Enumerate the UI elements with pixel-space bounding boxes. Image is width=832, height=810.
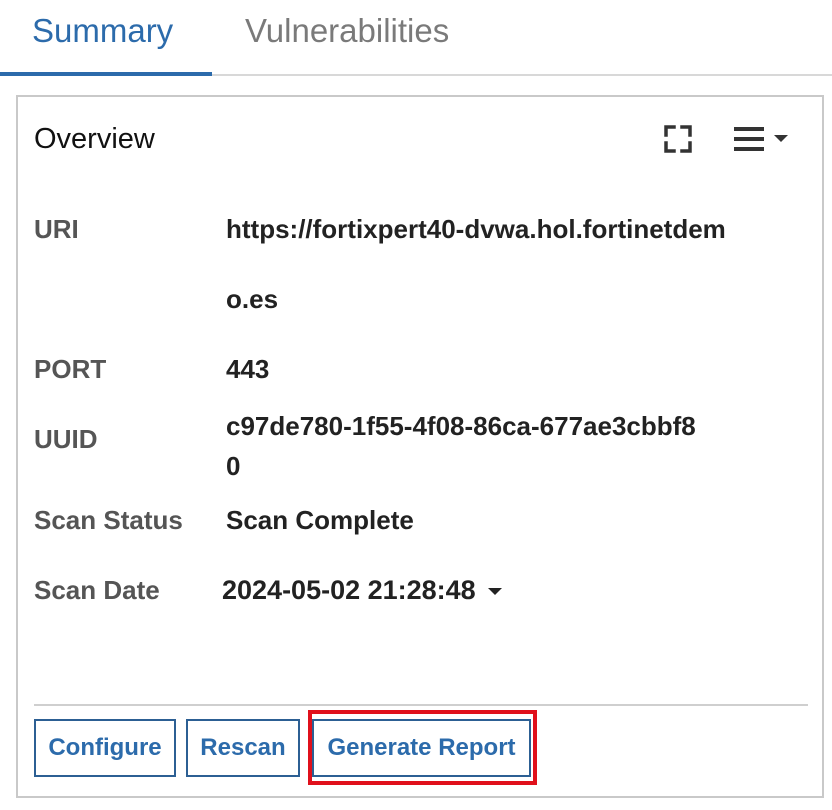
scan-date-value: 2024-05-02 21:28:48 bbox=[222, 575, 476, 605]
rescan-button[interactable]: Rescan bbox=[186, 719, 300, 777]
uri-value-line2: o.es bbox=[226, 284, 279, 314]
uri-value-line1: https://fortixpert40-dvwa.hol.fortinetde… bbox=[226, 214, 726, 244]
scan-status-label: Scan Status bbox=[34, 505, 183, 535]
port-label: PORT bbox=[34, 354, 107, 384]
overview-panel: Overview URI https://fortixpert40-dvwa.h… bbox=[16, 95, 824, 798]
chevron-down-icon bbox=[487, 588, 502, 596]
divider bbox=[34, 704, 808, 706]
scan-date-select[interactable]: 2024-05-02 21:28:48 bbox=[222, 575, 502, 606]
uuid-label: UUID bbox=[34, 424, 98, 454]
tab-bar: Summary Vulnerabilities bbox=[0, 0, 832, 76]
scan-date-label: Scan Date bbox=[34, 575, 160, 605]
scan-status-value: Scan Complete bbox=[226, 505, 414, 535]
tab-summary[interactable]: Summary bbox=[32, 12, 173, 50]
port-value: 443 bbox=[226, 354, 270, 384]
generate-report-button[interactable]: Generate Report bbox=[312, 719, 531, 777]
uuid-value-line1: c97de780-1f55-4f08-86ca-677ae3cbbf8 bbox=[226, 411, 696, 441]
uri-label: URI bbox=[34, 214, 79, 244]
menu-icon[interactable] bbox=[732, 124, 796, 154]
uuid-value-line2: 0 bbox=[226, 451, 241, 481]
caret-down-icon bbox=[774, 135, 788, 142]
panel-title: Overview bbox=[34, 123, 155, 155]
tab-vulnerabilities[interactable]: Vulnerabilities bbox=[245, 12, 449, 50]
fullscreen-icon[interactable] bbox=[663, 124, 693, 154]
configure-button[interactable]: Configure bbox=[34, 719, 176, 777]
active-tab-indicator bbox=[0, 72, 212, 76]
